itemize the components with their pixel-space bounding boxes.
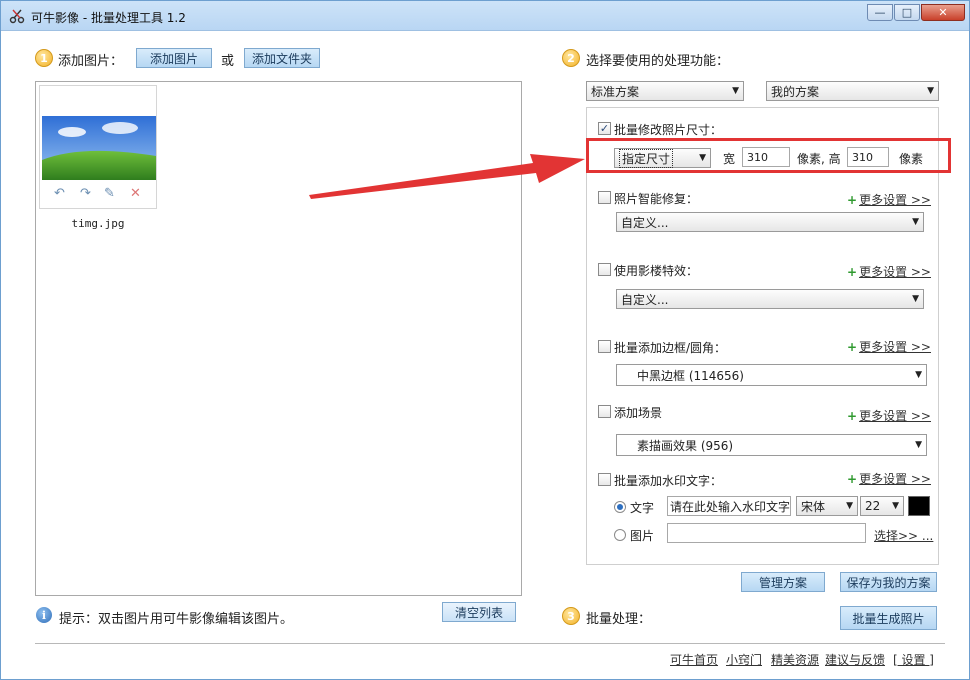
- border-checkbox[interactable]: [598, 340, 611, 353]
- title-bar[interactable]: 可牛影像 - 批量处理工具 1.2 — □ ✕: [1, 1, 969, 31]
- step-3-badge: 3: [562, 607, 580, 625]
- image-thumbnail-card[interactable]: ↶ ↷ ✎ ✕: [39, 85, 157, 209]
- repair-more-settings-link[interactable]: + 更多设置 >>: [847, 191, 931, 208]
- rotate-left-icon[interactable]: ↶: [54, 186, 65, 201]
- watermark-text-radio-label: 文字: [630, 501, 655, 515]
- repair-checkbox[interactable]: [598, 191, 611, 204]
- footer-link-resources[interactable]: 精美资源: [771, 651, 819, 668]
- watermark-select-image-link[interactable]: 选择>> ...: [874, 527, 933, 544]
- step-2-badge: 2: [562, 49, 580, 67]
- border-more-settings-link[interactable]: + 更多设置 >>: [847, 338, 931, 355]
- step-1-badge: 1: [35, 49, 53, 67]
- footer-link-settings[interactable]: [ 设置 ]: [893, 651, 934, 668]
- scene-label: 添加场景: [614, 406, 663, 420]
- scene-more-settings-link[interactable]: + 更多设置 >>: [847, 407, 931, 424]
- repair-select[interactable]: 自定义... ▼: [616, 212, 924, 232]
- tip-text: 提示：双击图片用可牛影像编辑该图片。: [59, 612, 294, 627]
- red-arrow-annotation: [309, 154, 585, 199]
- watermark-more-settings-link[interactable]: + 更多设置 >>: [847, 470, 931, 487]
- watermark-label: 批量添加水印文字：: [614, 474, 723, 488]
- save-my-preset-button[interactable]: 保存为我的方案: [840, 572, 937, 592]
- studio-effect-label: 使用影楼特效：: [614, 264, 699, 278]
- maximize-button[interactable]: □: [894, 4, 920, 21]
- watermark-image-radio-label: 图片: [630, 529, 655, 543]
- watermark-font-select[interactable]: 宋体 ▼: [796, 496, 858, 516]
- or-text: 或: [221, 54, 235, 69]
- add-images-label: 添加图片：: [58, 54, 124, 69]
- add-folder-button[interactable]: 添加文件夹: [244, 48, 320, 68]
- app-window: 可牛影像 - 批量处理工具 1.2 — □ ✕ 1 添加图片： 添加图片 或 添…: [0, 0, 970, 680]
- close-button[interactable]: ✕: [921, 4, 965, 21]
- resize-label: 批量修改照片尺寸：: [614, 123, 723, 137]
- watermark-checkbox[interactable]: [598, 473, 611, 486]
- preset-select[interactable]: 标准方案 ▼: [586, 81, 744, 101]
- watermark-size-select[interactable]: 22 ▼: [860, 496, 904, 516]
- batch-process-label: 批量处理：: [586, 612, 652, 627]
- watermark-image-radio[interactable]: [614, 529, 626, 541]
- watermark-image-input[interactable]: [667, 523, 866, 543]
- my-preset-select[interactable]: 我的方案 ▼: [766, 81, 939, 101]
- studio-effect-select[interactable]: 自定义... ▼: [616, 289, 924, 309]
- footer-link-tips[interactable]: 小窍门: [726, 651, 762, 668]
- edit-icon[interactable]: ✎: [104, 186, 115, 201]
- thumbnail-image: [42, 116, 156, 180]
- rotate-right-icon[interactable]: ↷: [80, 186, 91, 201]
- scene-select[interactable]: 素描画效果 (956) ▼: [616, 434, 927, 456]
- manage-presets-button[interactable]: 管理方案: [741, 572, 825, 592]
- footer-divider: [35, 643, 945, 644]
- clear-list-button[interactable]: 清空列表: [442, 602, 516, 622]
- choose-functions-label: 选择要使用的处理功能：: [586, 54, 730, 69]
- border-select[interactable]: 中黑边框 (114656) ▼: [616, 364, 927, 386]
- studio-more-settings-link[interactable]: + 更多设置 >>: [847, 263, 931, 280]
- watermark-color-swatch[interactable]: [908, 496, 930, 516]
- add-image-button[interactable]: 添加图片: [136, 48, 212, 68]
- watermark-text-radio[interactable]: [614, 501, 626, 513]
- thumbnail-toolbar: ↶ ↷ ✎ ✕: [40, 186, 158, 202]
- highlight-box: [586, 138, 951, 173]
- footer-link-feedback[interactable]: 建议与反馈: [825, 651, 885, 668]
- border-label: 批量添加边框/圆角：: [614, 341, 727, 355]
- info-icon: i: [36, 607, 52, 623]
- window-title: 可牛影像 - 批量处理工具 1.2: [31, 11, 186, 25]
- minimize-button[interactable]: —: [867, 4, 893, 21]
- repair-label: 照片智能修复：: [614, 192, 699, 206]
- studio-effect-checkbox[interactable]: [598, 263, 611, 276]
- generate-photos-button[interactable]: 批量生成照片: [840, 606, 937, 630]
- scissors-app-icon: [9, 9, 25, 24]
- thumbnail-filename: timg.jpg: [71, 217, 125, 230]
- footer-link-home[interactable]: 可牛首页: [670, 651, 718, 668]
- resize-checkbox[interactable]: ✓: [598, 122, 611, 135]
- delete-icon[interactable]: ✕: [130, 186, 141, 201]
- scene-checkbox[interactable]: [598, 405, 611, 418]
- watermark-text-input[interactable]: 请在此处输入水印文字: [667, 496, 791, 516]
